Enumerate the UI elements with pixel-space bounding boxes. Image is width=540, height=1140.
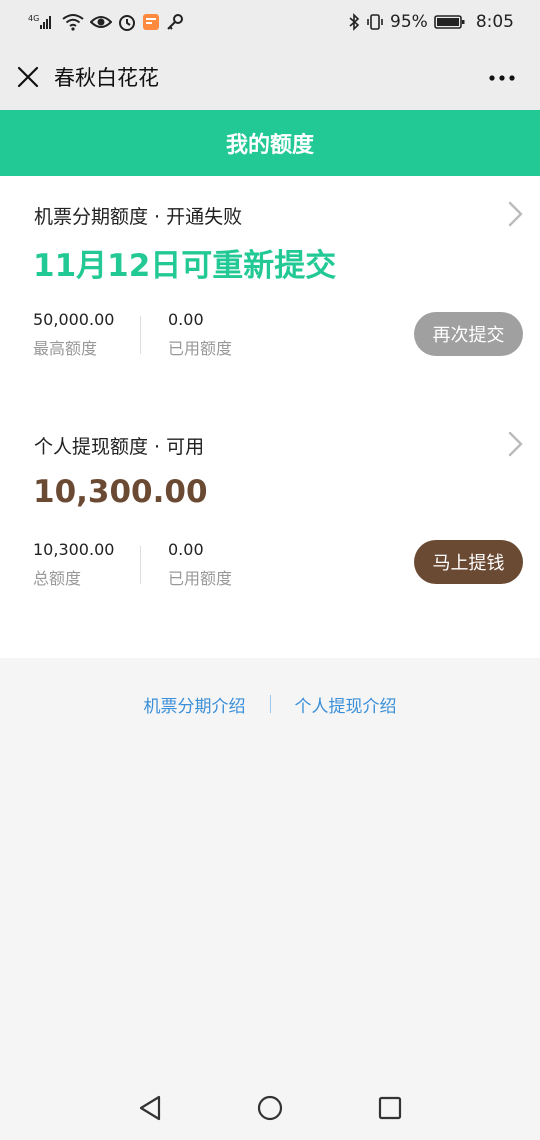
wifi-icon [62, 13, 84, 31]
close-icon [17, 66, 39, 88]
close-button[interactable] [0, 44, 56, 110]
stat-total-limit: 10,300.00 总额度 [33, 540, 114, 589]
flight-installment-intro-link[interactable]: 机票分期介绍 [144, 692, 246, 717]
eye-icon [90, 14, 112, 30]
stat-value: 10,300.00 [33, 540, 115, 559]
stat-label: 已用额度 [168, 339, 233, 358]
available-amount: 10,300.00 [33, 474, 208, 510]
link-divider [269, 695, 271, 713]
stat-used-limit: 0.00 已用额度 [168, 540, 232, 589]
withdraw-now-button[interactable]: 马上提钱 [414, 540, 523, 584]
alarm-icon [118, 13, 136, 31]
app-notification-icon [142, 13, 160, 31]
card-title: 个人提现额度 · 可用 [34, 436, 205, 458]
divider [140, 316, 141, 354]
resubmit-date-text: 11月12日可重新提交 [33, 248, 337, 284]
title-bar: 春秋白花花 [0, 44, 540, 110]
home-circle-icon [257, 1095, 283, 1121]
battery-percent: 95% [390, 12, 428, 32]
stat-value: 0.00 [168, 310, 204, 329]
more-options-button[interactable] [482, 58, 522, 98]
bluetooth-icon [348, 13, 360, 31]
status-bar: 4G 95% 8:05 [0, 0, 540, 44]
chevron-right-icon[interactable] [506, 430, 526, 458]
status-left: 4G [28, 13, 184, 31]
intro-links: 机票分期介绍 个人提现介绍 [0, 690, 540, 718]
clock-time: 8:05 [475, 12, 514, 32]
stat-label: 总额度 [33, 569, 82, 588]
page-title: 我的额度 [225, 133, 314, 158]
divider [140, 546, 141, 584]
stat-value: 50,000.00 [33, 310, 115, 329]
resubmit-button[interactable]: 再次提交 [414, 312, 523, 356]
personal-withdraw-card[interactable]: 个人提现额度 · 可用 10,300.00 10,300.00 总额度 0.00… [0, 406, 540, 658]
more-dots-icon [489, 75, 515, 81]
recents-button[interactable] [373, 1091, 407, 1125]
page-header: 我的额度 [0, 110, 540, 176]
content-area: 机票分期额度 · 开通失败 11月12日可重新提交 50,000.00 最高额度… [0, 176, 540, 658]
recents-square-icon [378, 1096, 402, 1120]
back-button[interactable] [133, 1091, 167, 1125]
network-type: 4G [28, 14, 39, 23]
signal-icon: 4G [28, 13, 56, 31]
chevron-right-icon[interactable] [506, 200, 526, 228]
app-title: 春秋白花花 [54, 66, 159, 90]
home-button[interactable] [253, 1091, 287, 1125]
flight-installment-card[interactable]: 机票分期额度 · 开通失败 11月12日可重新提交 50,000.00 最高额度… [0, 176, 540, 406]
system-nav-bar [0, 1076, 540, 1140]
key-icon [166, 13, 184, 31]
stat-used-limit: 0.00 已用额度 [168, 310, 232, 359]
vibrate-icon [366, 13, 384, 31]
status-right: 95% 8:05 [348, 12, 514, 32]
stat-max-limit: 50,000.00 最高额度 [33, 310, 114, 359]
stat-label: 已用额度 [168, 569, 233, 588]
stat-label: 最高额度 [33, 339, 98, 358]
personal-withdraw-intro-link[interactable]: 个人提现介绍 [295, 692, 397, 717]
back-triangle-icon [139, 1095, 161, 1121]
card-title: 机票分期额度 · 开通失败 [34, 206, 243, 228]
battery-icon [434, 14, 466, 30]
stat-value: 0.00 [168, 540, 204, 559]
